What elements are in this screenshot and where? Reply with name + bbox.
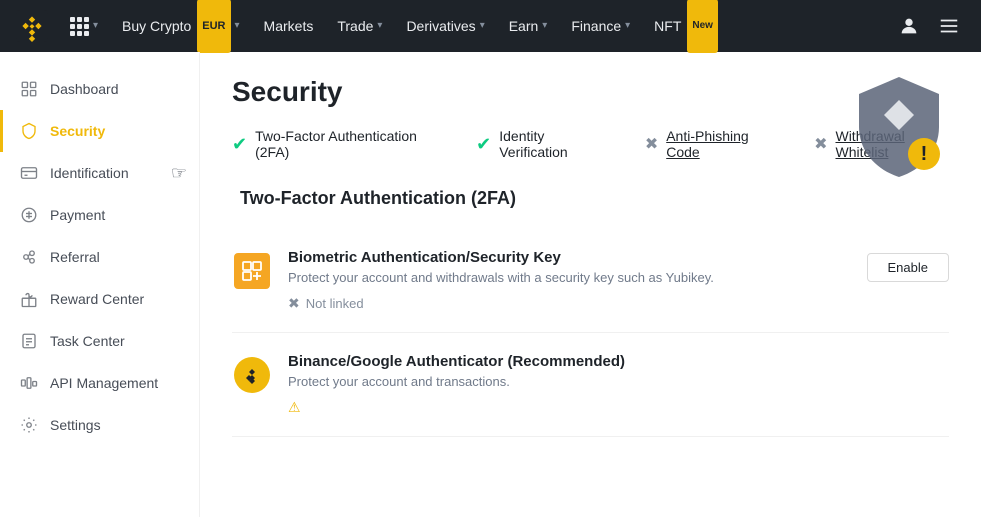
google-auth-title: Binance/Google Authenticator (Recommende… — [288, 353, 949, 370]
biometric-auth-status: ✖ Not linked — [288, 295, 851, 312]
nav-nft[interactable]: NFT New — [644, 0, 728, 52]
x-icon-whitelist: ✖ — [814, 134, 827, 154]
status-identity: ✔ Identity Verification — [476, 128, 605, 160]
main-layout: Dashboard Security Identification ☞ Paym… — [0, 52, 981, 517]
google-auth-status-icon: ⚠ — [288, 399, 301, 416]
sidebar-item-dashboard[interactable]: Dashboard — [0, 68, 199, 110]
sidebar-item-task-center[interactable]: Task Center — [0, 320, 199, 362]
sidebar-label-payment: Payment — [50, 207, 105, 223]
security-status-bar: ✔ Two-Factor Authentication (2FA) ✔ Iden… — [232, 128, 949, 160]
status-2fa: ✔ Two-Factor Authentication (2FA) — [232, 128, 436, 160]
main-content: ! Security ✔ Two-Factor Authentication (… — [200, 52, 981, 517]
top-navigation: ▾ Buy Crypto EUR ▾ Markets Trade ▾ Deriv… — [0, 0, 981, 52]
nav-finance[interactable]: Finance ▾ — [561, 0, 640, 52]
grid-chevron-icon: ▾ — [93, 0, 98, 52]
google-auth-desc: Protect your account and transactions. — [288, 374, 949, 389]
nav-markets[interactable]: Markets — [254, 0, 324, 52]
finance-chevron-icon: ▾ — [625, 0, 630, 52]
biometric-auth-item: Biometric Authentication/Security Key Pr… — [232, 229, 949, 333]
shield-decoration: ! — [849, 72, 949, 185]
antiphishing-link[interactable]: Anti-Phishing Code — [666, 128, 774, 160]
cursor-hint-icon: ☞ — [171, 163, 187, 184]
menu-icon[interactable] — [933, 10, 965, 42]
buy-crypto-chevron-icon: ▾ — [235, 0, 240, 52]
status-antiphishing: ✖ Anti-Phishing Code — [645, 128, 774, 160]
biometric-status-label: Not linked — [306, 296, 364, 311]
sidebar-label-reward-center: Reward Center — [50, 291, 144, 307]
sidebar-item-security[interactable]: Security — [0, 110, 199, 152]
biometric-auth-desc: Protect your account and withdrawals wit… — [288, 270, 851, 285]
sidebar-label-security: Security — [50, 123, 105, 139]
sidebar-label-settings: Settings — [50, 417, 101, 433]
svg-text:!: ! — [921, 143, 928, 165]
sidebar-item-identification[interactable]: Identification ☞ — [0, 152, 199, 194]
google-auth-icon — [234, 357, 270, 393]
google-auth-content: Binance/Google Authenticator (Recommende… — [288, 353, 949, 416]
nav-trade[interactable]: Trade ▾ — [327, 0, 392, 52]
earn-chevron-icon: ▾ — [542, 0, 547, 52]
sidebar-item-referral[interactable]: Referral — [0, 236, 199, 278]
page-title: Security — [232, 76, 949, 108]
sidebar-item-payment[interactable]: Payment — [0, 194, 199, 236]
logo[interactable] — [16, 10, 48, 42]
sidebar-item-settings[interactable]: Settings — [0, 404, 199, 446]
sidebar-label-referral: Referral — [50, 249, 100, 265]
sidebar-label-dashboard: Dashboard — [50, 81, 119, 97]
biometric-auth-title: Biometric Authentication/Security Key — [288, 249, 851, 266]
biometric-icon-wrap — [232, 251, 272, 291]
nav-derivatives[interactable]: Derivatives ▾ — [396, 0, 494, 52]
sidebar-label-api-management: API Management — [50, 375, 158, 391]
sidebar-item-api-management[interactable]: API Management — [0, 362, 199, 404]
nav-right-area — [893, 10, 965, 42]
biometric-auth-content: Biometric Authentication/Security Key Pr… — [288, 249, 851, 312]
google-auth-icon-wrap — [232, 355, 272, 395]
biometric-enable-button[interactable]: Enable — [867, 253, 949, 282]
nav-buy-crypto[interactable]: Buy Crypto EUR ▾ — [112, 0, 250, 52]
check-icon-identity: ✔ — [476, 134, 491, 155]
check-icon-2fa: ✔ — [232, 134, 247, 155]
2fa-section: Two-Factor Authentication (2FA) Biometri — [232, 188, 949, 437]
user-icon[interactable] — [893, 10, 925, 42]
biometric-icon — [234, 253, 270, 289]
status-identity-label: Identity Verification — [499, 128, 605, 160]
x-icon-antiphishing: ✖ — [645, 134, 658, 154]
derivatives-chevron-icon: ▾ — [480, 0, 485, 52]
trade-chevron-icon: ▾ — [377, 0, 382, 52]
nav-grid-menu[interactable]: ▾ — [60, 0, 108, 52]
sidebar-item-reward-center[interactable]: Reward Center — [0, 278, 199, 320]
google-auth-status: ⚠ — [288, 399, 949, 416]
biometric-status-icon: ✖ — [288, 295, 300, 312]
sidebar-label-task-center: Task Center — [50, 333, 125, 349]
sidebar: Dashboard Security Identification ☞ Paym… — [0, 52, 200, 517]
google-auth-item: Binance/Google Authenticator (Recommende… — [232, 333, 949, 437]
nav-earn[interactable]: Earn ▾ — [499, 0, 558, 52]
2fa-section-title: Two-Factor Authentication (2FA) — [232, 188, 949, 209]
status-2fa-label: Two-Factor Authentication (2FA) — [255, 128, 436, 160]
sidebar-label-identification: Identification — [50, 165, 129, 181]
